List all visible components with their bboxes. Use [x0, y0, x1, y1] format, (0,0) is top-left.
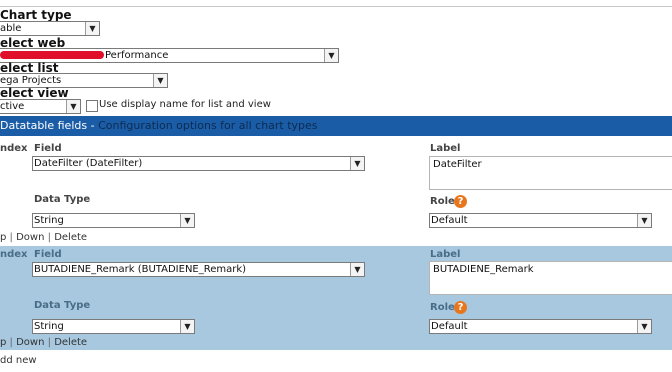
- data-type-select[interactable]: String ▼: [32, 213, 195, 228]
- chevron-down-icon: ▼: [66, 100, 80, 113]
- role-select[interactable]: Default ▼: [429, 319, 652, 334]
- select-view-heading: elect view: [0, 86, 69, 100]
- move-down-link[interactable]: Down: [16, 232, 44, 243]
- label-label: Label: [430, 249, 461, 260]
- chart-type-value: able: [0, 23, 22, 34]
- help-icon[interactable]: ?: [454, 195, 467, 208]
- move-down-link[interactable]: Down: [16, 337, 44, 348]
- top-divider: [0, 6, 672, 7]
- select-view-value: ctive: [0, 101, 25, 112]
- field-label: Field: [34, 143, 62, 154]
- role-value: Default: [431, 215, 468, 226]
- band-title: Datatable fields: [0, 119, 88, 132]
- role-label: Role: [430, 196, 455, 207]
- field-select-value: DateFilter (DateFilter): [34, 158, 143, 169]
- label-textarea[interactable]: BUTADIENE_Remark: [429, 261, 672, 295]
- chevron-down-icon: ▼: [637, 214, 651, 227]
- add-new-link[interactable]: dd new: [0, 355, 37, 366]
- chart-type-select[interactable]: able ▼: [0, 21, 100, 36]
- chevron-down-icon: ▼: [180, 214, 194, 227]
- move-up-link[interactable]: p: [0, 232, 6, 243]
- redaction-mark: [0, 51, 104, 59]
- field-select[interactable]: DateFilter (DateFilter) ▼: [32, 156, 365, 171]
- field-label: Field: [34, 249, 62, 260]
- datatable-fields-band: Datatable fields - Configuration options…: [0, 116, 672, 136]
- label-textarea[interactable]: DateFilter: [429, 156, 672, 190]
- row-actions: p | Down | Delete: [0, 337, 88, 348]
- band-separator: -: [87, 119, 99, 132]
- data-type-label: Data Type: [34, 194, 91, 205]
- chevron-down-icon: ▼: [85, 22, 99, 35]
- role-value: Default: [431, 321, 468, 332]
- field-select[interactable]: BUTADIENE_Remark (BUTADIENE_Remark) ▼: [32, 262, 365, 277]
- delete-link[interactable]: Delete: [54, 232, 87, 243]
- move-up-link[interactable]: p: [0, 337, 6, 348]
- display-name-checkbox[interactable]: [86, 100, 98, 112]
- index-label: ndex: [0, 143, 28, 154]
- display-name-checkbox-label: Use display name for list and view: [99, 99, 271, 110]
- select-view-select[interactable]: ctive ▼: [0, 99, 81, 114]
- band-subtitle: Configuration options for all chart type…: [98, 119, 318, 132]
- chevron-down-icon: ▼: [153, 74, 167, 87]
- field-select-value: BUTADIENE_Remark (BUTADIENE_Remark): [34, 264, 247, 275]
- label-label: Label: [430, 143, 461, 154]
- chevron-down-icon: ▼: [180, 320, 194, 333]
- role-label: Role: [430, 302, 455, 313]
- chevron-down-icon: ▼: [637, 320, 651, 333]
- data-type-value: String: [34, 215, 64, 226]
- chevron-down-icon: ▼: [350, 263, 364, 276]
- chevron-down-icon: ▼: [324, 49, 338, 62]
- data-type-label: Data Type: [34, 300, 91, 311]
- chevron-down-icon: ▼: [350, 157, 364, 170]
- delete-link[interactable]: Delete: [54, 337, 87, 348]
- data-type-value: String: [34, 321, 64, 332]
- data-type-select[interactable]: String ▼: [32, 319, 195, 334]
- select-web-value: Performance: [105, 50, 169, 61]
- role-select[interactable]: Default ▼: [429, 213, 652, 228]
- index-label: ndex: [0, 249, 28, 260]
- row-actions: p | Down | Delete: [0, 232, 88, 243]
- help-icon[interactable]: ?: [454, 301, 467, 314]
- select-list-value: ega Projects: [0, 75, 62, 86]
- chart-type-heading: Chart type: [0, 8, 72, 22]
